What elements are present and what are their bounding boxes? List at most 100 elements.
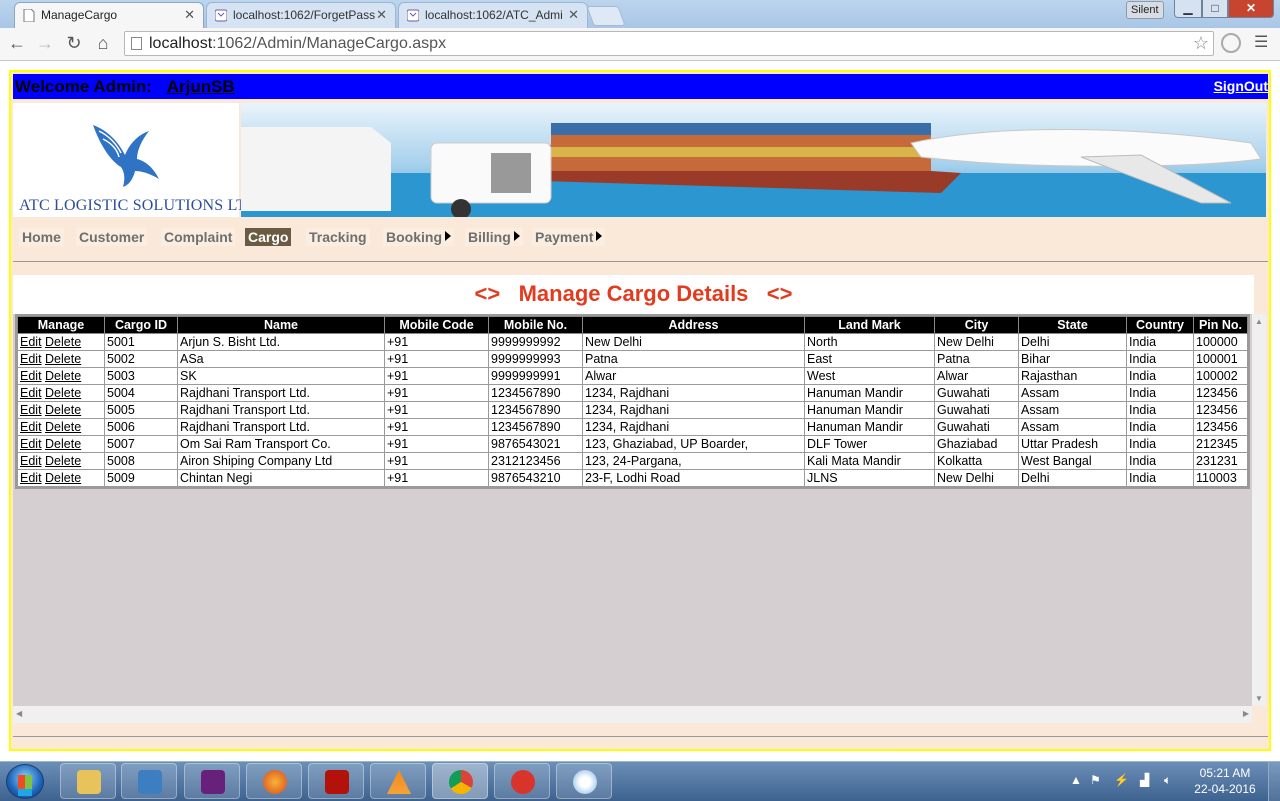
table-row: Edit Delete 5009 Chintan Negi +91 9876543210… [17, 469, 1248, 487]
manage-cell: Edit Delete [17, 401, 105, 419]
delete-link[interactable]: Delete [45, 369, 81, 383]
city-cell: Guwahati [934, 401, 1019, 419]
system-clock[interactable]: 05:21 AM 22-04-2016 [1190, 765, 1260, 797]
table-row: Edit Delete 5004 Rajdhani Transport Ltd. +9… [17, 384, 1248, 402]
menu-customer[interactable]: Customer [76, 228, 148, 246]
manage-cell: Edit Delete [17, 469, 105, 487]
delete-link[interactable]: Delete [45, 335, 81, 349]
browser-menu-icon[interactable]: ☰ [1254, 34, 1270, 52]
show-desktop-button[interactable] [1268, 762, 1280, 801]
close-tab-icon[interactable]: ✕ [184, 3, 195, 27]
volume-speaker-icon[interactable]: 🔈︎ [1164, 773, 1171, 788]
vertical-scrollbar[interactable]: ▲ ▼ [1252, 314, 1266, 706]
edit-link[interactable]: Edit [20, 437, 42, 451]
media-player-taskbar-button[interactable] [121, 763, 177, 799]
menu-cargo[interactable]: Cargo [245, 228, 292, 246]
tab-atc-admin[interactable]: localhost:1062/ATC_Admi ✕ [398, 2, 588, 28]
maximize-button[interactable]: □ [1202, 0, 1228, 18]
bookmark-star-icon[interactable]: ☆ [1193, 32, 1209, 55]
ccleaner-taskbar-button[interactable] [494, 763, 550, 799]
delete-link[interactable]: Delete [45, 471, 81, 485]
menu-label: Booking [386, 229, 442, 245]
edit-link[interactable]: Edit [20, 386, 42, 400]
delete-link[interactable]: Delete [45, 386, 81, 400]
delete-link[interactable]: Delete [45, 420, 81, 434]
pin-cell: 110003 [1193, 469, 1248, 487]
column-header: Mobile No. [488, 316, 583, 334]
company-name: ATC LOGISTIC SOLUTIONS LTD., [19, 197, 267, 214]
scroll-down-arrow-icon[interactable]: ▼ [1255, 694, 1263, 703]
edit-link[interactable]: Edit [20, 403, 42, 417]
submenu-arrow-icon [445, 231, 451, 241]
state-cell: Assam [1018, 384, 1127, 402]
menu-tracking[interactable]: Tracking [306, 228, 370, 246]
url-text[interactable]: localhost:1062/Admin/ManageCargo.aspx [149, 32, 446, 55]
back-arrow-icon[interactable]: ← [6, 32, 28, 54]
edit-link[interactable]: Edit [20, 369, 42, 383]
mobile-code-cell: +91 [384, 401, 489, 419]
scroll-up-arrow-icon[interactable]: ▲ [1255, 317, 1263, 326]
delete-link[interactable]: Delete [45, 437, 81, 451]
vlc-taskbar-button[interactable] [370, 763, 426, 799]
country-cell: India [1126, 452, 1194, 470]
minimize-button[interactable]: ▁ [1174, 0, 1202, 18]
signout-link[interactable]: SignOut [1214, 78, 1268, 94]
close-tab-icon[interactable]: ✕ [568, 3, 579, 27]
submenu-arrow-icon [596, 231, 603, 241]
network-signal-icon[interactable]: ▟ [1140, 773, 1149, 787]
new-tab-button[interactable] [586, 6, 626, 26]
address-bar[interactable]: localhost:1062/Admin/ManageCargo.aspx ☆ [124, 31, 1214, 56]
edit-link[interactable]: Edit [20, 335, 42, 349]
close-window-button[interactable]: ✕ [1228, 0, 1274, 18]
divider [13, 261, 1268, 262]
start-button[interactable] [6, 764, 44, 799]
cargo-id-cell: 5009 [104, 469, 178, 487]
delete-link[interactable]: Delete [45, 454, 81, 468]
submenu-arrow-icon [513, 231, 520, 241]
edit-link[interactable]: Edit [20, 420, 42, 434]
extension-icon[interactable] [1221, 33, 1241, 53]
pin-cell: 100002 [1193, 367, 1248, 385]
column-header: Cargo ID [104, 316, 178, 334]
menu-complaint[interactable]: Complaint [161, 228, 236, 246]
acrobat-taskbar-button[interactable] [308, 763, 364, 799]
file-explorer-taskbar-button[interactable] [60, 763, 116, 799]
chrome-taskbar-button[interactable] [432, 763, 488, 799]
country-cell: India [1126, 333, 1194, 351]
edit-link[interactable]: Edit [20, 454, 42, 468]
tab-title: localhost:1062/ForgetPass [233, 8, 376, 22]
home-icon[interactable]: ⌂ [92, 32, 114, 54]
forward-arrow-icon[interactable]: → [34, 32, 56, 54]
scroll-left-arrow-icon[interactable]: ◀ [16, 709, 22, 718]
tab-managecargo[interactable]: ManageCargo ✕ [14, 2, 204, 28]
name-cell: Om Sai Ram Transport Co. [177, 435, 385, 453]
delete-link[interactable]: Delete [45, 352, 81, 366]
scroll-right-arrow-icon[interactable]: ▶ [1243, 709, 1249, 718]
manage-cell: Edit Delete [17, 367, 105, 385]
power-plug-icon[interactable]: ⚡ [1114, 773, 1129, 787]
paint-taskbar-button[interactable] [556, 763, 612, 799]
menu-booking[interactable]: Booking [383, 228, 454, 246]
firefox-taskbar-button[interactable] [246, 763, 302, 799]
table-row: Edit Delete 5005 Rajdhani Transport Ltd. +9… [17, 401, 1248, 419]
delete-link[interactable]: Delete [45, 403, 81, 417]
menu-home[interactable]: Home [19, 228, 64, 246]
reload-icon[interactable]: ↻ [63, 32, 85, 54]
username-link[interactable]: ArjunSB [167, 77, 235, 96]
edit-link[interactable]: Edit [20, 352, 42, 366]
horizontal-scrollbar[interactable]: ◀ ▶ [13, 706, 1252, 723]
show-hidden-icons-icon[interactable]: ▲ [1070, 773, 1082, 787]
close-tab-icon[interactable]: ✕ [376, 3, 387, 27]
action-center-flag-icon[interactable]: ⚑ [1090, 773, 1101, 787]
cargo-id-cell: 5005 [104, 401, 178, 419]
country-cell: India [1126, 418, 1194, 436]
system-tray: ▲ ⚑ ⚡ ▟ 🔈︎ [1068, 762, 1190, 801]
tab-forgetpass[interactable]: localhost:1062/ForgetPass ✕ [206, 2, 396, 28]
city-cell: Alwar [934, 367, 1019, 385]
landmark-cell: Hanuman Mandir [804, 401, 935, 419]
visual-studio-taskbar-button[interactable] [184, 763, 240, 799]
clock-time: 05:21 AM [1199, 766, 1251, 780]
menu-billing[interactable]: Billing [465, 228, 523, 246]
menu-payment[interactable]: Payment [532, 228, 606, 246]
edit-link[interactable]: Edit [20, 471, 42, 485]
